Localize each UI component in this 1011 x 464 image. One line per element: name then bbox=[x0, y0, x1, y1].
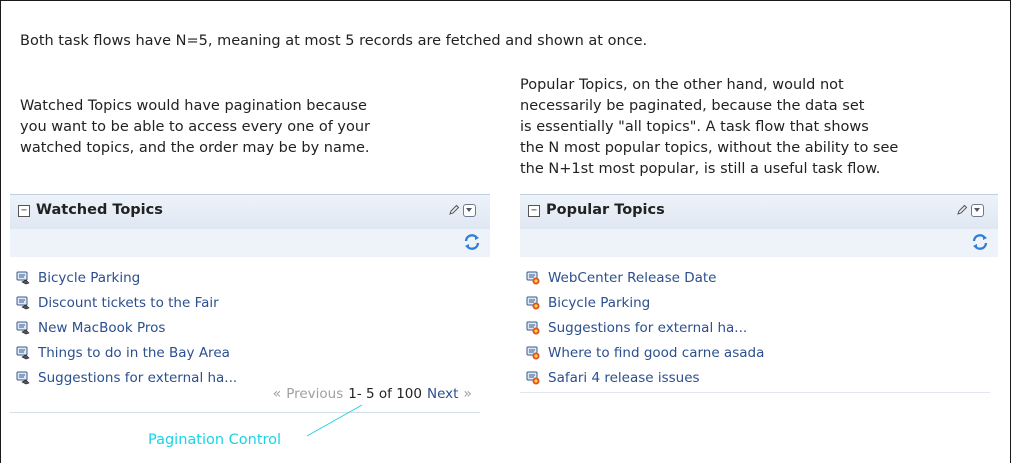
callout-line bbox=[306, 404, 363, 437]
pagination-annotation: Pagination Control bbox=[148, 432, 282, 448]
